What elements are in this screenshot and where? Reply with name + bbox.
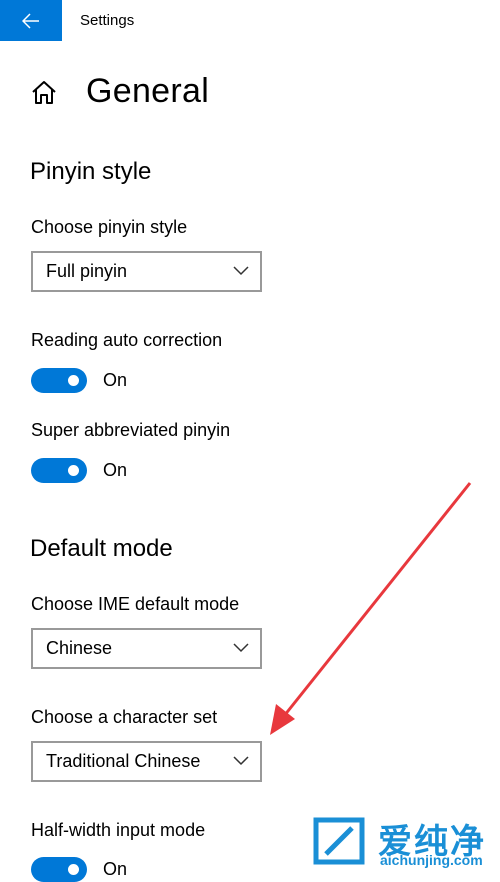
half-width-input-mode-toggle[interactable] — [31, 856, 87, 882]
reading-auto-correction-label: Reading auto correction — [31, 330, 223, 350]
pinyin-style-dropdown[interactable]: Full pinyin — [31, 251, 262, 292]
toggle-knob — [68, 374, 79, 386]
super-abbreviated-pinyin-label: Super abbreviated pinyin — [31, 420, 231, 440]
reading-auto-correction-state: On — [103, 369, 128, 390]
pinyin-style-value: Full pinyin — [46, 261, 128, 281]
section-title-pinyin-style: Pinyin style — [30, 158, 152, 185]
toggle-knob — [68, 863, 79, 875]
watermark-site-text: aichunjing.com — [380, 852, 483, 868]
chevron-down-icon — [233, 756, 249, 766]
pinyin-style-label: Choose pinyin style — [31, 217, 188, 237]
ime-default-mode-label: Choose IME default mode — [31, 594, 240, 614]
page-title: General — [86, 72, 210, 110]
ime-default-mode-value: Chinese — [46, 638, 113, 658]
super-abbreviated-pinyin-row: On — [31, 457, 127, 483]
ime-default-mode-dropdown[interactable]: Chinese — [31, 628, 262, 669]
character-set-value: Traditional Chinese — [46, 751, 201, 771]
super-abbreviated-pinyin-state: On — [103, 459, 128, 480]
character-set-label: Choose a character set — [31, 707, 218, 727]
half-width-input-mode-row: On — [31, 856, 127, 882]
chevron-down-icon — [233, 266, 249, 276]
character-set-dropdown[interactable]: Traditional Chinese — [31, 741, 262, 782]
reading-auto-correction-row: On — [31, 367, 127, 393]
section-title-default-mode: Default mode — [30, 535, 173, 562]
back-button[interactable] — [0, 0, 62, 41]
half-width-input-mode-state: On — [103, 858, 128, 879]
reading-auto-correction-toggle[interactable] — [31, 367, 87, 393]
back-arrow-icon — [22, 12, 39, 29]
window-title: Settings — [80, 12, 135, 29]
chevron-down-icon — [233, 643, 249, 653]
home-icon[interactable] — [30, 78, 58, 106]
watermark-logo-icon — [313, 817, 365, 865]
super-abbreviated-pinyin-toggle[interactable] — [31, 457, 87, 483]
page-header: General — [30, 72, 209, 111]
toggle-knob — [68, 464, 79, 476]
title-bar: Settings — [0, 0, 500, 41]
watermark: 爱纯净 aichunjing.com — [306, 812, 500, 871]
half-width-input-mode-label: Half-width input mode — [31, 820, 206, 840]
